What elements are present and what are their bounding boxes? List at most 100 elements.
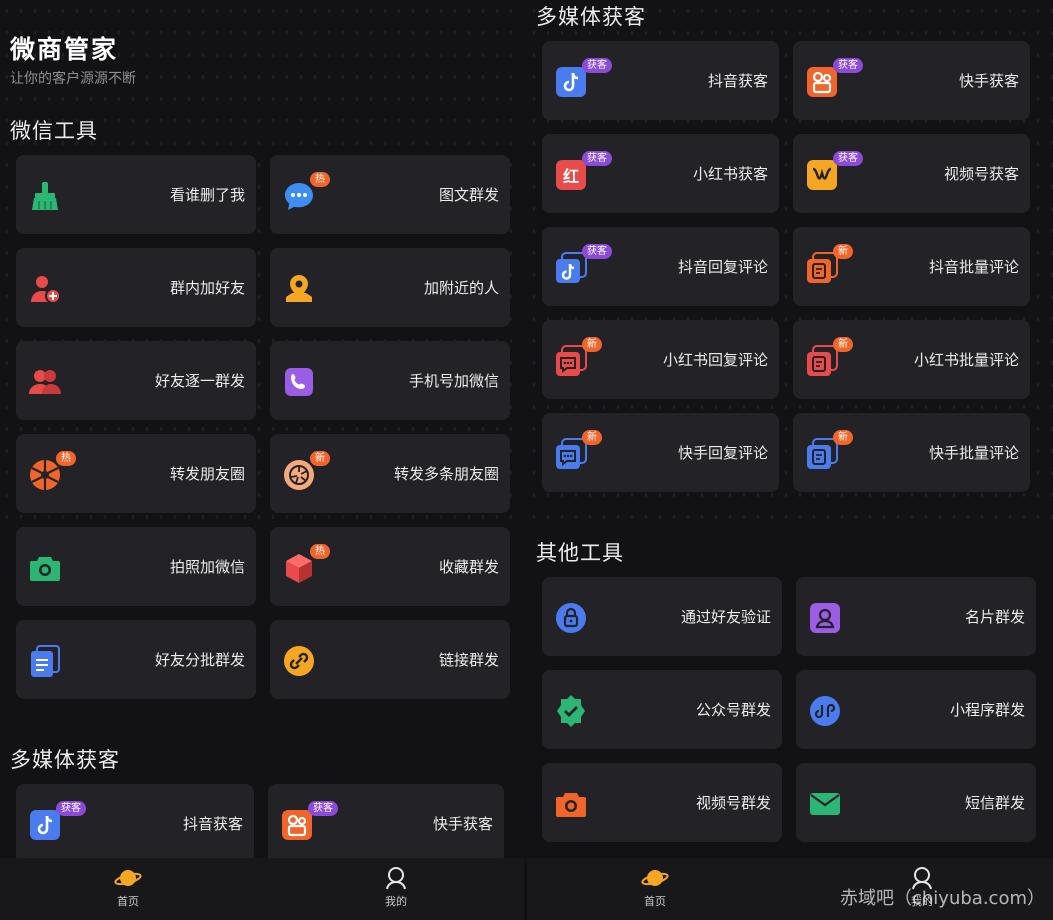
tool-label: 小红书获客	[692, 165, 768, 183]
camera-icon	[30, 557, 60, 581]
leads-badge: 获客	[56, 801, 86, 816]
svg-text:红: 红	[563, 167, 579, 186]
section-title-wechat-tools: 微信工具	[10, 119, 98, 143]
document-stack-icon	[31, 645, 60, 677]
tool-card-add-nearby[interactable]: 加附近的人	[270, 248, 510, 327]
tool-label: 快手回复评论	[677, 444, 768, 462]
tool-card-mini-program-broadcast[interactable]: 小程序群发	[796, 670, 1036, 749]
tool-card-douyin-batch-comments[interactable]: 新 抖音批量评论	[793, 227, 1030, 306]
tool-label: 链接群发	[438, 651, 499, 669]
tab-mine[interactable]: 我的	[366, 866, 426, 909]
tool-label: 快手批量评论	[928, 444, 1019, 462]
tool-label: 小红书批量评论	[913, 351, 1019, 369]
tool-label: 拍照加微信	[169, 558, 245, 576]
hot-badge: 热	[56, 451, 76, 466]
tool-card-favorites-broadcast[interactable]: 热 收藏群发	[270, 527, 510, 606]
tool-card-photo-add-wechat[interactable]: 拍照加微信	[16, 527, 256, 606]
tool-label: 通过好友验证	[680, 608, 771, 626]
verified-badge-icon	[557, 695, 585, 727]
leads-badge: 获客	[582, 58, 612, 73]
tool-label: 快手获客	[432, 815, 493, 833]
tool-label: 好友逐一群发	[154, 372, 245, 390]
leads-badge: 获客	[833, 151, 863, 166]
planet-icon	[114, 870, 142, 886]
planet-icon	[641, 870, 669, 886]
tool-card-sms-broadcast[interactable]: 短信群发	[796, 763, 1036, 842]
tool-label: 群内加好友	[169, 279, 245, 297]
tool-card-who-deleted-me[interactable]: 看谁删了我	[16, 155, 256, 234]
tool-card-forward-multiple-moments[interactable]: 新 转发多条朋友圈	[270, 434, 510, 513]
contact-card-icon	[810, 603, 840, 633]
new-badge: 新	[310, 451, 330, 466]
tab-home-label: 首页	[117, 895, 139, 908]
tool-label: 快手获客	[958, 72, 1019, 90]
tool-card-channels-broadcast[interactable]: 视频号群发	[542, 763, 782, 842]
tab-mine-label: 我的	[385, 895, 407, 908]
left-screen: 微商管家 让你的客户源源不断 微信工具 看谁删了我 热 图文群发 群内加好友 加…	[0, 0, 524, 920]
hot-badge: 热	[310, 544, 330, 559]
tool-card-business-card-broadcast[interactable]: 名片群发	[796, 577, 1036, 656]
new-badge: 新	[582, 430, 602, 445]
tool-card-image-text-broadcast[interactable]: 热 图文群发	[270, 155, 510, 234]
tool-card-douyin-leads[interactable]: 获客 抖音获客	[16, 784, 254, 863]
tool-label: 短信群发	[964, 794, 1025, 812]
add-user-icon	[31, 276, 61, 304]
leads-badge: 获客	[833, 58, 863, 73]
tab-home[interactable]: 首页	[625, 866, 685, 909]
tool-card-kuaishou-batch-comments[interactable]: 新 快手批量评论	[793, 413, 1030, 492]
camera-icon	[556, 793, 586, 817]
tool-label: 抖音获客	[707, 72, 768, 90]
tool-card-forward-moments[interactable]: 热 转发朋友圈	[16, 434, 256, 513]
tool-label: 收藏群发	[438, 558, 499, 576]
new-badge: 新	[833, 430, 853, 445]
leads-badge: 获客	[582, 244, 612, 259]
tool-card-link-broadcast[interactable]: 链接群发	[270, 620, 510, 699]
phone-icon	[285, 368, 313, 396]
tool-card-xiaohongshu-batch-comments[interactable]: 新 小红书批量评论	[793, 320, 1030, 399]
tool-card-xiaohongshu-reply-comments[interactable]: 新 小红书回复评论	[542, 320, 779, 399]
new-badge: 新	[833, 244, 853, 259]
tool-label: 小程序群发	[949, 701, 1025, 719]
tool-label: 公众号群发	[695, 701, 771, 719]
right-screen: 多媒体获客 获客 抖音获客 获客 快手获客 红 获客 小红书获客 获客 视频号获…	[527, 0, 1053, 920]
tool-card-official-account-broadcast[interactable]: 公众号群发	[542, 670, 782, 749]
section-title-multimedia: 多媒体获客	[10, 748, 120, 772]
tab-home[interactable]: 首页	[98, 866, 158, 909]
tool-label: 转发朋友圈	[169, 465, 245, 483]
user-profile-icon	[386, 867, 406, 890]
tool-card-kuaishou-leads[interactable]: 获客 快手获客	[793, 41, 1030, 120]
broom-icon	[32, 182, 58, 210]
lock-icon	[556, 603, 586, 633]
link-icon	[284, 646, 314, 676]
watermark: 赤域吧（chiyuba.com）	[840, 888, 1045, 909]
tool-label: 小红书回复评论	[662, 351, 768, 369]
tool-card-channels-leads[interactable]: 获客 视频号获客	[793, 134, 1030, 213]
section-title-multimedia: 多媒体获客	[536, 5, 646, 29]
app-subtitle: 让你的客户源源不断	[10, 71, 136, 87]
tool-card-phone-add-wechat[interactable]: 手机号加微信	[270, 341, 510, 420]
tool-card-add-friends-in-group[interactable]: 群内加好友	[16, 248, 256, 327]
tool-card-friends-batch-broadcast[interactable]: 好友分批群发	[16, 620, 256, 699]
tool-card-approve-friend-requests[interactable]: 通过好友验证	[542, 577, 782, 656]
tool-card-xiaohongshu-leads[interactable]: 红 获客 小红书获客	[542, 134, 779, 213]
tool-label: 抖音回复评论	[677, 258, 768, 276]
tool-card-kuaishou-reply-comments[interactable]: 新 快手回复评论	[542, 413, 779, 492]
tool-label: 抖音获客	[182, 815, 243, 833]
tool-label: 图文群发	[438, 186, 499, 204]
new-badge: 新	[833, 337, 853, 352]
tool-label: 看谁删了我	[169, 186, 245, 204]
tool-label: 视频号获客	[943, 165, 1019, 183]
users-icon	[29, 370, 61, 394]
tool-card-kuaishou-leads[interactable]: 获客 快手获客	[268, 784, 504, 863]
tool-card-friends-one-by-one[interactable]: 好友逐一群发	[16, 341, 256, 420]
hot-badge: 热	[310, 172, 330, 187]
tool-label: 视频号群发	[695, 794, 771, 812]
bottom-tab-bar: 首页 我的	[0, 858, 524, 920]
tool-card-douyin-leads[interactable]: 获客 抖音获客	[542, 41, 779, 120]
tool-label: 名片群发	[964, 608, 1025, 626]
tool-card-douyin-reply-comments[interactable]: 获客 抖音回复评论	[542, 227, 779, 306]
section-title-other-tools: 其他工具	[536, 541, 624, 565]
leads-badge: 获客	[582, 151, 612, 166]
mail-icon	[810, 793, 840, 815]
tab-home-label: 首页	[644, 895, 666, 908]
